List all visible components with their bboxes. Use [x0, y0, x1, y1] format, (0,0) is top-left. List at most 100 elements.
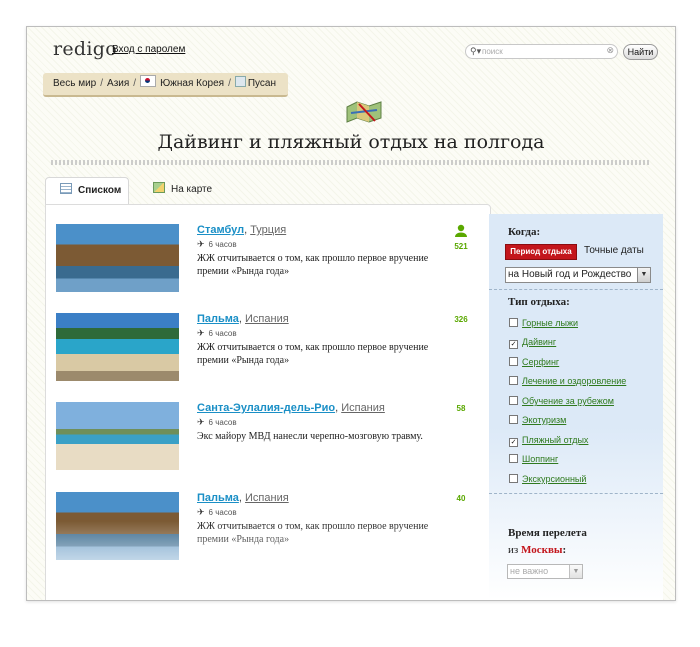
when-select[interactable]: на Новый год и Рождество ▼	[505, 267, 651, 283]
when-select-value: на Новый год и Рождество	[508, 269, 632, 280]
filter-excursion[interactable]: Экскурсионный	[509, 474, 586, 484]
filter-ecotourism[interactable]: Экотуризм	[509, 415, 566, 425]
list-item: Стамбул, Турция ✈ 6 часов ЖЖ отчитывается…	[56, 224, 476, 296]
breadcrumb-korea[interactable]: Южная Корея	[160, 78, 224, 89]
list-item: Санта-Эулалия-дель-Рио, Испания ✈ 6 часов…	[56, 402, 476, 474]
checkbox-icon[interactable]	[509, 318, 518, 327]
result-thumbnail[interactable]	[56, 224, 179, 292]
results-list: Стамбул, Турция ✈ 6 часов ЖЖ отчитывается…	[45, 204, 491, 600]
period-button[interactable]: Период отдыха	[505, 244, 577, 260]
checkbox-icon[interactable]	[509, 454, 518, 463]
breadcrumb-world[interactable]: Весь мир	[53, 78, 96, 89]
type-heading: Тип отдыха:	[508, 296, 570, 308]
plane-icon: ✈	[197, 417, 205, 427]
breadcrumb: Весь мир / Азия / Южная Корея / Пусан	[43, 73, 289, 97]
plane-icon: ✈	[197, 328, 205, 338]
visitor-count: 521	[454, 242, 468, 251]
checkbox-icon[interactable]	[509, 474, 518, 483]
result-description: ЖЖ отчитывается о том, как прошло первое…	[197, 253, 429, 277]
city-link[interactable]: Пальма	[197, 313, 239, 325]
flight-time-value: 6 часов	[208, 418, 237, 427]
flag-icon	[140, 75, 157, 87]
result-description: Экс майору МВД нанесли черепно-мозговую …	[197, 431, 423, 442]
tab-map-label: На карте	[171, 184, 213, 195]
chevron-down-icon[interactable]: ▼	[569, 565, 582, 578]
result-description: ЖЖ отчитывается о том, как прошло первое…	[197, 521, 429, 545]
filter-sidebar: Когда: Период отдыха Точные даты на Новы…	[489, 214, 663, 600]
page-title: Дайвинг и пляжный отдых на полгода	[157, 131, 545, 153]
filter-surfing[interactable]: Серфинг	[509, 357, 559, 367]
result-thumbnail[interactable]	[56, 313, 179, 381]
find-button[interactable]: Найти	[623, 44, 658, 60]
checkbox-icon[interactable]	[509, 396, 518, 405]
flight-time-value: 6 часов	[208, 240, 237, 249]
result-thumbnail[interactable]	[56, 492, 179, 560]
page-frame: redigo Вход с паролем ⚲▾ ⊗ Найти Весь ми…	[26, 26, 676, 601]
result-description: ЖЖ отчитывается о том, как прошло первое…	[197, 342, 429, 366]
user-icon	[455, 224, 467, 237]
breadcrumb-separator: /	[133, 78, 137, 89]
search-icon[interactable]: ⚲▾	[470, 46, 481, 57]
city-link[interactable]: Стамбул	[197, 224, 244, 236]
visitor-count: 40	[456, 494, 466, 503]
city-link[interactable]: Пальма	[197, 492, 239, 504]
breadcrumb-separator: /	[100, 78, 104, 89]
exact-dates-link[interactable]: Точные даты	[584, 245, 644, 256]
list-item: Пальма, Испания ✈ 6 часов ЖЖ отчитывается…	[56, 492, 476, 564]
filter-study-abroad[interactable]: Обучение за рубежом	[509, 396, 614, 406]
chevron-down-icon[interactable]: ▼	[637, 268, 650, 282]
flight-time: ✈ 6 часов	[197, 507, 237, 518]
filter-diving[interactable]: ✓ Дайвинг	[509, 337, 556, 349]
list-item: Пальма, Испания ✈ 6 часов ЖЖ отчитывается…	[56, 313, 476, 385]
tab-list-label: Списком	[78, 185, 122, 196]
title-divider	[51, 160, 649, 165]
map-tab-icon	[153, 182, 165, 193]
checkbox-icon[interactable]: ✓	[509, 438, 518, 447]
tab-map[interactable]: На карте	[149, 177, 212, 205]
list-icon	[60, 183, 72, 194]
flight-time-value: 6 часов	[208, 508, 237, 517]
flight-time-value: 6 часов	[208, 329, 237, 338]
flight-time: ✈ 6 часов	[197, 239, 237, 250]
filter-mountain-skiing[interactable]: Горные лыжи	[509, 318, 578, 328]
result-title: Стамбул, Турция	[197, 224, 287, 236]
logo[interactable]: redigo	[53, 38, 117, 60]
flight-time-select[interactable]: не важно ▼	[507, 564, 583, 579]
flight-time: ✈ 6 часов	[197, 417, 237, 428]
from-line: из Москвы:	[508, 544, 567, 556]
plane-icon: ✈	[197, 507, 205, 517]
checkbox-icon[interactable]	[509, 357, 518, 366]
filter-shopping[interactable]: Шоппинг	[509, 454, 558, 464]
flight-time: ✈ 6 часов	[197, 328, 237, 339]
checkbox-icon[interactable]	[509, 415, 518, 424]
divider	[489, 493, 663, 494]
from-city-link[interactable]: Москвы	[521, 544, 563, 556]
tab-list[interactable]: Списком	[45, 177, 129, 206]
filter-beach[interactable]: ✓ Пляжный отдых	[509, 435, 588, 447]
checkbox-icon[interactable]	[509, 376, 518, 385]
city-link[interactable]: Санта-Эулалия-дель-Рио	[197, 402, 335, 414]
visitor-count: 326	[454, 315, 468, 324]
result-title: Пальма, Испания	[197, 313, 289, 325]
breadcrumb-asia[interactable]: Азия	[107, 78, 129, 89]
country-link[interactable]: Испания	[245, 313, 289, 325]
divider	[489, 289, 663, 290]
breadcrumb-busan[interactable]: Пусан	[248, 78, 276, 89]
result-thumbnail[interactable]	[56, 402, 179, 470]
country-link[interactable]: Турция	[250, 224, 286, 236]
when-heading: Когда:	[508, 226, 541, 238]
search-input[interactable]	[482, 45, 600, 58]
checkbox-icon[interactable]: ✓	[509, 340, 518, 349]
result-title: Санта-Эулалия-дель-Рио, Испания	[197, 402, 385, 414]
country-link[interactable]: Испания	[245, 492, 289, 504]
result-title: Пальма, Испания	[197, 492, 289, 504]
search-box[interactable]: ⚲▾ ⊗	[465, 44, 618, 59]
map-icon	[346, 101, 382, 123]
flight-heading: Время перелета	[508, 527, 587, 539]
plane-icon: ✈	[197, 239, 205, 249]
breadcrumb-separator: /	[228, 78, 231, 89]
country-link[interactable]: Испания	[341, 402, 385, 414]
filter-wellness[interactable]: Лечение и оздоровление	[509, 376, 626, 386]
login-link[interactable]: Вход с паролем	[112, 44, 185, 55]
clear-icon[interactable]: ⊗	[606, 45, 614, 56]
